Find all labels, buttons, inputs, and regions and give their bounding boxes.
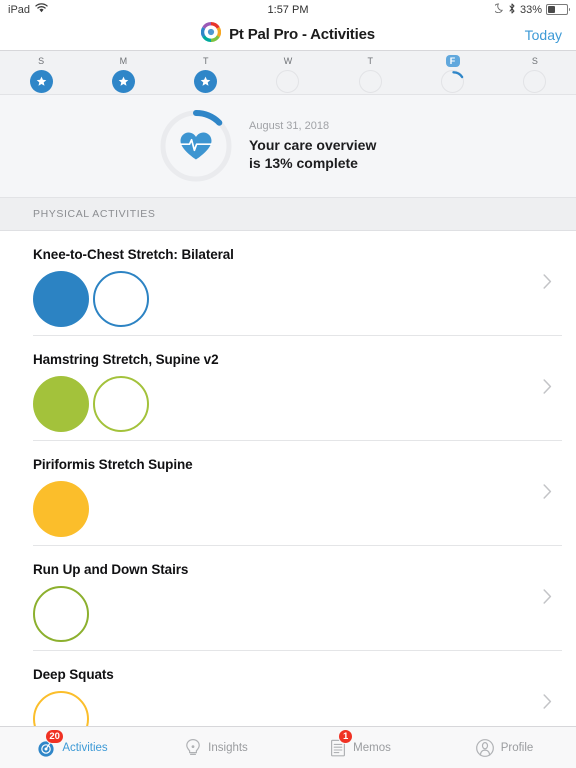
chevron-right-icon[interactable] (543, 273, 552, 294)
activity-title: Hamstring Stretch, Supine v2 (33, 352, 219, 367)
week-day-selector: S M T W T F S (0, 51, 576, 95)
day-cell-monday[interactable]: M (82, 55, 164, 94)
activity-title: Run Up and Down Stairs (33, 562, 189, 577)
activity-dot-outline[interactable] (93, 271, 149, 327)
day-status-ring[interactable] (29, 70, 53, 93)
tab-label-activities: Activities (62, 741, 108, 754)
care-overview-card[interactable]: August 31, 2018 Your care overview is 13… (0, 95, 576, 198)
activity-progress-dots (33, 376, 576, 432)
battery-icon (546, 4, 570, 15)
activity-progress-dots (33, 271, 576, 327)
wifi-icon (35, 3, 48, 16)
status-bar-left: iPad (8, 3, 48, 16)
tab-memos[interactable]: 1 Memos (288, 727, 432, 768)
day-letter: T (202, 56, 209, 66)
activity-progress-dots (33, 481, 576, 537)
activity-row[interactable]: Hamstring Stretch, Supine v2 (0, 336, 576, 441)
day-letter: S (531, 56, 538, 66)
activity-dot-outline[interactable] (93, 376, 149, 432)
section-header-label: PHYSICAL ACTIVITIES (33, 208, 156, 220)
day-status-ring[interactable] (523, 70, 547, 93)
app-logo-icon (201, 22, 222, 47)
day-status-ring[interactable] (111, 70, 135, 93)
overview-date-label: August 31, 2018 (249, 120, 330, 132)
activity-dot-filled[interactable] (33, 376, 89, 432)
activity-dot-outline[interactable] (33, 691, 89, 726)
day-letter: M (119, 56, 128, 66)
activity-dot-filled[interactable] (33, 271, 89, 327)
person-circle-icon (475, 738, 495, 758)
chevron-right-icon[interactable] (543, 588, 552, 609)
battery-percent-label: 33% (519, 3, 542, 16)
navigation-bar: Pt Pal Pro - Activities Today (0, 19, 576, 51)
activity-dot-filled[interactable] (33, 481, 89, 537)
tab-label-profile: Profile (500, 741, 534, 754)
status-bar-right: 33% (493, 0, 570, 19)
day-cell-friday-today[interactable]: F (411, 55, 493, 94)
tab-bar: 20 Activities Insights 1 Memos Profile (0, 726, 576, 768)
activity-row[interactable]: Deep Squats (0, 651, 576, 726)
activity-title: Deep Squats (33, 667, 114, 682)
today-button[interactable]: Today (525, 27, 562, 43)
day-cell-saturday[interactable]: S (494, 55, 576, 94)
day-status-ring-partial[interactable] (441, 70, 465, 93)
status-bar-clock: 1:57 PM (0, 0, 576, 19)
bluetooth-icon (508, 3, 516, 17)
activity-row[interactable]: Knee-to-Chest Stretch: Bilateral (0, 231, 576, 336)
app-screen: iPad 1:57 PM 33% Pt Pal Pro - Activities… (0, 0, 576, 768)
activity-progress-dots (33, 586, 576, 642)
care-progress-ring (157, 107, 235, 185)
nav-title-group: Pt Pal Pro - Activities (201, 22, 375, 47)
activity-row[interactable]: Run Up and Down Stairs (0, 546, 576, 651)
day-status-ring[interactable] (194, 70, 218, 93)
activity-row[interactable]: Piriformis Stretch Supine (0, 441, 576, 546)
tab-label-insights: Insights (208, 741, 248, 754)
day-cell-wednesday[interactable]: W (247, 55, 329, 94)
moon-icon (493, 3, 504, 16)
chevron-right-icon[interactable] (543, 693, 552, 714)
day-letter: T (367, 56, 374, 66)
heart-pulse-icon (179, 131, 213, 161)
tab-insights[interactable]: Insights (144, 727, 288, 768)
device-name-label: iPad (8, 3, 31, 16)
document-icon: 1 (329, 728, 354, 758)
clock-label: 1:57 PM (267, 3, 309, 16)
activity-dot-outline[interactable] (33, 586, 89, 642)
activities-target-icon: 20 (36, 728, 64, 758)
chevron-right-icon[interactable] (543, 378, 552, 399)
day-letter: S (38, 56, 45, 66)
activity-title: Piriformis Stretch Supine (33, 457, 193, 472)
activity-title: Knee-to-Chest Stretch: Bilateral (33, 247, 234, 262)
tab-profile[interactable]: Profile (432, 727, 576, 768)
day-cell-thursday[interactable]: T (329, 55, 411, 94)
day-cell-sunday[interactable]: S (0, 55, 82, 94)
status-bar: iPad 1:57 PM 33% (0, 0, 576, 19)
day-cell-tuesday[interactable]: T (165, 55, 247, 94)
activities-badge: 20 (45, 728, 64, 744)
care-overview-text: August 31, 2018 Your care overview is 13… (249, 120, 419, 172)
memos-badge: 1 (338, 728, 354, 744)
day-letter-today-badge: F (445, 55, 460, 67)
activity-progress-dots (33, 691, 576, 726)
day-progress-arc-icon (452, 71, 464, 79)
page-title: Pt Pal Pro - Activities (229, 26, 375, 43)
tab-activities[interactable]: 20 Activities (0, 727, 144, 768)
chevron-right-icon[interactable] (543, 483, 552, 504)
day-letter: W (283, 56, 293, 66)
tab-label-memos: Memos (353, 741, 391, 754)
overview-headline-line1: Your care overview (249, 137, 377, 153)
day-status-ring[interactable] (358, 70, 382, 93)
lightbulb-icon (184, 738, 202, 758)
star-icon (200, 76, 211, 86)
section-header-physical-activities: PHYSICAL ACTIVITIES (0, 198, 576, 231)
overview-headline-line2: is 13% complete (249, 155, 358, 171)
star-icon (36, 76, 46, 86)
day-status-ring[interactable] (276, 70, 300, 93)
star-icon (118, 76, 129, 86)
activity-list: Knee-to-Chest Stretch: Bilateral Hamstri… (0, 231, 576, 726)
